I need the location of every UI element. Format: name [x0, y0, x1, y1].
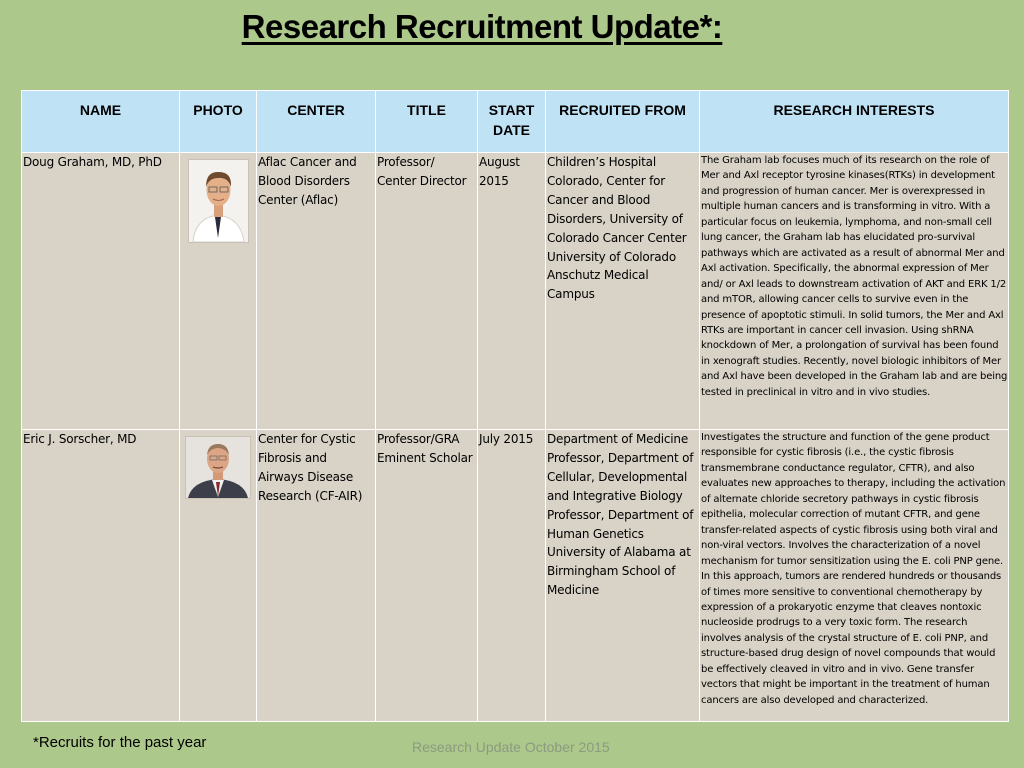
- header-name: NAME: [21, 90, 180, 153]
- cell-name: Eric J. Sorscher, MD: [21, 429, 180, 722]
- slide-footer: Research Update October 2015: [412, 739, 610, 755]
- header-photo: PHOTO: [179, 90, 257, 153]
- cell-center: Center for Cystic Fibrosis and Airways D…: [256, 429, 376, 722]
- portrait-photo-icon: [187, 159, 249, 243]
- cell-start-date: July 2015: [477, 429, 546, 722]
- table-row: Eric J. Sorscher, MD Center for Cystic F…: [21, 429, 1009, 722]
- cell-research-interests: The Graham lab focuses much of its resea…: [699, 152, 1009, 430]
- cell-name: Doug Graham, MD, PhD: [21, 152, 180, 430]
- table-row: Doug Graham, MD, PhD Aflac Cancer and Bl…: [21, 152, 1009, 430]
- cell-recruited-from: Children’s Hospital Colorado, Center for…: [545, 152, 700, 430]
- slide-title: Research Recruitment Update*:: [241, 8, 723, 45]
- cell-title: Professor/ Center Director: [375, 152, 478, 430]
- cell-photo: [179, 429, 257, 722]
- footnote: *Recruits for the past year: [33, 734, 207, 751]
- cell-start-date: August 2015: [477, 152, 546, 430]
- header-recruited-from: RECRUITED FROM: [545, 90, 700, 153]
- cell-photo: [179, 152, 257, 430]
- cell-research-interests: Investigates the structure and function …: [699, 429, 1009, 722]
- cell-center: Aflac Cancer and Blood Disorders Center …: [256, 152, 376, 430]
- cell-title: Professor/GRA Eminent Scholar: [375, 429, 478, 722]
- recruitment-table: NAME PHOTO CENTER TITLE START DATE RECRU…: [21, 90, 1009, 722]
- portrait-photo-icon: [185, 436, 251, 499]
- header-research-interests: RESEARCH INTERESTS: [699, 90, 1009, 153]
- header-center: CENTER: [256, 90, 376, 153]
- header-start-date: START DATE: [477, 90, 546, 153]
- header-title: TITLE: [375, 90, 478, 153]
- table-header-row: NAME PHOTO CENTER TITLE START DATE RECRU…: [21, 90, 1009, 153]
- cell-recruited-from: Department of Medicine Professor, Depart…: [545, 429, 700, 722]
